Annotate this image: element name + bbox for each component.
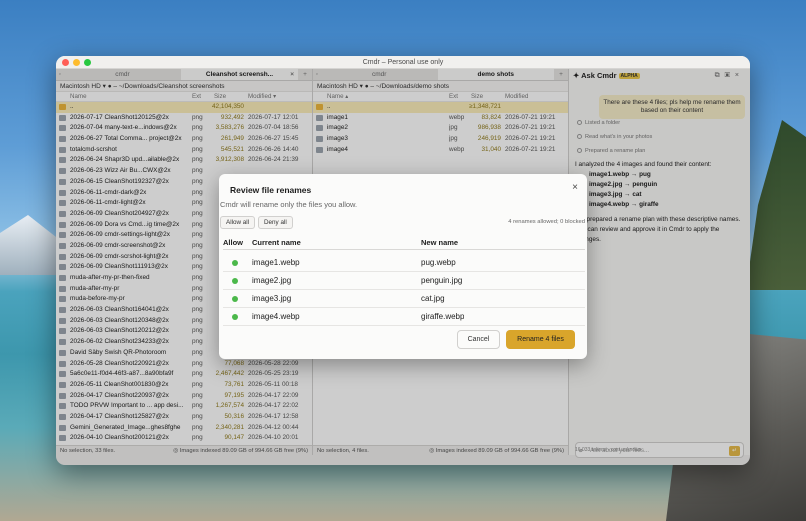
rename-button[interactable]: Rename 4 files bbox=[506, 330, 575, 349]
col-allow: Allow bbox=[223, 238, 243, 247]
close-window-button[interactable] bbox=[62, 59, 69, 66]
new-name: giraffe.webp bbox=[421, 312, 465, 321]
window-title: Cmdr – Personal use only bbox=[362, 59, 444, 66]
col-new: New name bbox=[421, 238, 459, 247]
close-icon[interactable]: × bbox=[572, 182, 578, 193]
title-bar: Cmdr – Personal use only bbox=[56, 56, 750, 69]
rename-dialog: Review file renames × Cmdr will rename o… bbox=[219, 174, 587, 359]
new-name: pug.webp bbox=[421, 258, 456, 267]
rename-row: image1.webp pug.webp bbox=[223, 254, 585, 272]
allow-checkbox[interactable] bbox=[232, 296, 238, 302]
window-controls bbox=[62, 59, 91, 66]
rename-count: 4 renames allowed; 0 blocked bbox=[508, 219, 585, 225]
wallpaper-trees bbox=[746, 120, 806, 290]
table-header: Allow Current name New name bbox=[223, 236, 585, 250]
cancel-button[interactable]: Cancel bbox=[457, 330, 500, 349]
allow-all-button[interactable]: Allow all bbox=[220, 216, 256, 229]
minimize-window-button[interactable] bbox=[73, 59, 80, 66]
zoom-window-button[interactable] bbox=[84, 59, 91, 66]
allow-checkbox[interactable] bbox=[232, 314, 238, 320]
current-name: image1.webp bbox=[252, 258, 300, 267]
deny-all-button[interactable]: Deny all bbox=[258, 216, 293, 229]
dialog-title: Review file renames bbox=[230, 185, 312, 195]
col-current: Current name bbox=[252, 238, 301, 247]
dialog-subtitle: Cmdr will rename only the files you allo… bbox=[220, 200, 358, 209]
new-name: cat.jpg bbox=[421, 294, 445, 303]
rename-row: image4.webp giraffe.webp bbox=[223, 308, 585, 326]
current-name: image3.jpg bbox=[252, 294, 292, 303]
allow-checkbox[interactable] bbox=[232, 278, 238, 284]
current-name: image2.jpg bbox=[252, 276, 292, 285]
new-name: penguin.jpg bbox=[421, 276, 463, 285]
rename-row: image2.jpg penguin.jpg bbox=[223, 272, 585, 290]
rename-row: image3.jpg cat.jpg bbox=[223, 290, 585, 308]
allow-checkbox[interactable] bbox=[232, 260, 238, 266]
current-name: image4.webp bbox=[252, 312, 300, 321]
